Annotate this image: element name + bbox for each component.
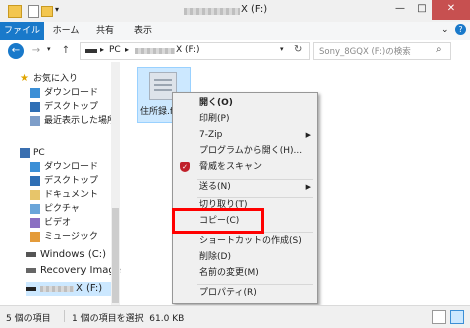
status-divider (64, 310, 65, 322)
nav-scrollbar-thumb[interactable] (112, 208, 119, 303)
breadcrumb-redacted (135, 48, 175, 54)
nav-fav-downloads[interactable]: ダウンロード (30, 86, 98, 100)
nav-pc-windows-c[interactable]: Windows (C:) (26, 248, 106, 262)
pc-icon (20, 148, 30, 158)
back-button[interactable]: ← (8, 43, 24, 59)
menu-scan-threats[interactable]: ✓ 脅威をスキャン (173, 159, 317, 175)
nav-pc-downloads[interactable]: ダウンロード (30, 160, 98, 174)
help-icon[interactable]: ? (455, 24, 466, 35)
search-placeholder: Sony_8GQX (F:)の検索 (319, 47, 411, 57)
address-bar[interactable]: ▸ PC ▸ X (F:) ▾ ↻ (80, 42, 310, 60)
search-box[interactable]: Sony_8GQX (F:)の検索 ⌕ (313, 42, 451, 60)
title-redacted (184, 8, 240, 15)
nav-pc-videos[interactable]: ビデオ (30, 216, 71, 230)
nav-pc-pictures[interactable]: ピクチャ (30, 202, 80, 216)
minimize-button[interactable]: — (388, 0, 412, 18)
documents-icon (30, 190, 40, 200)
chevron-right-icon[interactable]: ▸ (100, 45, 104, 54)
nav-fav-recent[interactable]: 最近表示した場所 (30, 114, 116, 128)
drive-icon (85, 49, 97, 53)
menu-properties[interactable]: プロパティ(R) (173, 285, 317, 301)
drive-icon (26, 268, 36, 273)
nav-pc-recovery[interactable]: Recovery Image (26, 264, 121, 278)
submenu-arrow-icon: ▶ (305, 183, 311, 191)
menu-print[interactable]: 印刷(P) (173, 111, 317, 127)
downloads-icon (30, 88, 40, 98)
close-button[interactable]: ✕ (432, 0, 470, 20)
search-icon[interactable]: ⌕ (436, 44, 442, 55)
title-bar: ▾ X (F:) — □ ✕ (0, 0, 470, 22)
context-menu: 開く(O) 印刷(P) 7-Zip ▶ プログラムから開く(H)... ✓ 脅威を… (172, 92, 318, 304)
usb-drive-icon (26, 287, 36, 291)
up-button[interactable]: ↑ (58, 43, 74, 59)
menu-send-to[interactable]: 送る(N) ▶ (173, 179, 317, 195)
status-bar: 5 個の項目 1 個の項目を選択 61.0 KB (0, 305, 470, 328)
tab-file[interactable]: ファイル (0, 22, 44, 40)
details-view-icon[interactable] (432, 310, 446, 324)
window-title: X (F:) (241, 4, 268, 15)
star-icon: ★ (20, 73, 29, 84)
ribbon-expand-icon[interactable]: ⌄ (441, 25, 449, 35)
nav-pc-documents[interactable]: ドキュメント (30, 188, 98, 202)
videos-icon (30, 218, 40, 228)
menu-7zip[interactable]: 7-Zip ▶ (173, 127, 317, 143)
menu-create-shortcut[interactable]: ショートカットの作成(S) (173, 233, 317, 249)
nav-pc[interactable]: PC (20, 146, 45, 160)
forward-button[interactable]: → (28, 43, 44, 59)
quick-access-toolbar[interactable]: ▾ (28, 5, 62, 18)
maximize-button[interactable]: □ (412, 0, 432, 18)
breadcrumb-drive[interactable]: X (F:) (176, 45, 200, 55)
chevron-right-icon[interactable]: ▸ (125, 45, 129, 54)
submenu-arrow-icon: ▶ (305, 131, 311, 139)
address-dropdown-icon[interactable]: ▾ (280, 45, 284, 53)
properties-icon[interactable] (28, 5, 39, 18)
nav-drive-f[interactable]: X (F:) (26, 282, 112, 296)
file-name: 住所録.f (140, 107, 174, 117)
menu-delete[interactable]: 削除(D) (173, 249, 317, 265)
app-icon[interactable] (8, 5, 22, 18)
item-count: 5 個の項目 (6, 314, 51, 324)
music-icon (30, 232, 40, 242)
nav-pc-music[interactable]: ミュージック (30, 230, 98, 244)
tab-view[interactable]: 表示 (128, 22, 158, 40)
recent-places-icon (30, 116, 40, 126)
pictures-icon (30, 204, 40, 214)
recent-dropdown-icon[interactable]: ▾ (47, 45, 51, 53)
navigation-pane: ★ お気に入り ダウンロード デスクトップ 最近表示した場所 PC ダウンロード… (0, 62, 121, 305)
drive-name-redacted (40, 286, 74, 292)
dropdown-icon[interactable]: ▾ (55, 5, 59, 14)
nav-fav-desktop[interactable]: デスクトップ (30, 100, 98, 114)
antivirus-shield-icon: ✓ (180, 162, 190, 172)
refresh-icon[interactable]: ↻ (294, 44, 302, 55)
desktop-icon (30, 176, 40, 186)
drive-c-icon (26, 252, 36, 257)
tab-share[interactable]: 共有 (90, 22, 120, 40)
downloads-icon (30, 162, 40, 172)
nav-pc-desktop[interactable]: デスクトップ (30, 174, 98, 188)
breadcrumb-pc[interactable]: PC (109, 45, 121, 55)
selection-info: 1 個の項目を選択 61.0 KB (72, 314, 185, 324)
menu-open[interactable]: 開く(O) (173, 95, 317, 111)
large-icons-view-icon[interactable] (450, 310, 464, 324)
menu-rename[interactable]: 名前の変更(M) (173, 265, 317, 281)
tab-home[interactable]: ホーム (50, 22, 82, 40)
nav-favorites[interactable]: ★ お気に入り (20, 72, 78, 86)
annotation-highlight-box (172, 208, 264, 234)
menu-open-with[interactable]: プログラムから開く(H)... (173, 143, 317, 159)
new-folder-icon[interactable] (41, 6, 53, 17)
ribbon-tabs: ファイル ホーム 共有 表示 ⌄ ? (0, 22, 470, 41)
desktop-icon (30, 102, 40, 112)
